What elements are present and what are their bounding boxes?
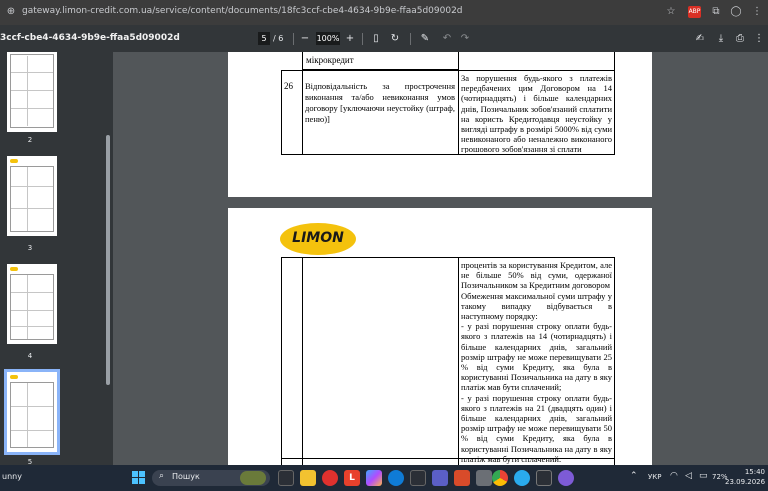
store-icon[interactable] <box>410 470 426 486</box>
app-icon[interactable] <box>536 470 552 486</box>
zoom-input[interactable]: 100% <box>316 32 340 45</box>
viber-icon[interactable] <box>558 470 574 486</box>
row-content: За порушення будь-якого з платежів перед… <box>461 73 612 153</box>
site-info-icon[interactable]: ⊕ <box>4 5 18 19</box>
page-thumbnail-3[interactable] <box>7 156 57 236</box>
draw-icon[interactable]: ✎ <box>418 32 432 45</box>
zoom-in-icon[interactable]: + <box>343 32 357 45</box>
pdf-title: 3ccf-cbe4-4634-9b9e-ffaa5d09002d <box>0 33 180 43</box>
fit-page-icon[interactable]: ▯ <box>369 32 383 45</box>
extensions-puzzle-icon[interactable]: ⧉ <box>709 5 723 19</box>
volume-icon[interactable]: ◁ <box>685 471 692 481</box>
rotate-icon[interactable]: ↻ <box>388 32 402 45</box>
page-number-input[interactable]: 5 <box>258 32 270 45</box>
thumb-table <box>10 54 54 128</box>
redo-icon[interactable]: ↷ <box>458 32 472 45</box>
teams-icon[interactable] <box>432 470 448 486</box>
search-placeholder: Пошук <box>172 472 200 481</box>
row-number: 26 <box>284 81 293 91</box>
page-total: / 6 <box>273 34 284 43</box>
continuation-text: процентів за користування Кредитом, але … <box>461 260 612 464</box>
row-title: Відповідальність за прострочення виконан… <box>305 81 455 124</box>
toolbar-divider <box>410 33 411 45</box>
annotate-icon[interactable]: ✍ <box>693 32 707 45</box>
logo-text: LIMON <box>292 230 344 246</box>
app-l-icon[interactable]: L <box>344 470 360 486</box>
clock-date[interactable]: 23.09.2026 <box>725 478 765 486</box>
thumb-logo <box>10 267 18 271</box>
thumb-table <box>10 382 54 448</box>
undo-icon[interactable]: ↶ <box>440 32 454 45</box>
download-icon[interactable]: ⤓ <box>714 32 728 45</box>
task-view-icon[interactable] <box>278 470 294 486</box>
app-icon[interactable] <box>476 470 492 486</box>
thumb-table <box>10 166 54 232</box>
bookmark-star-icon[interactable]: ☆ <box>664 5 678 19</box>
telegram-icon[interactable] <box>514 470 530 486</box>
search-highlight-icon <box>240 471 266 485</box>
continuation-paragraph: процентів за користування Кредитом, але … <box>461 260 612 291</box>
page-thumbnail-2[interactable] <box>7 52 57 132</box>
toolbar-divider <box>362 33 363 45</box>
chrome-icon[interactable] <box>492 470 508 486</box>
opera-icon[interactable] <box>322 470 338 486</box>
taskbar-search[interactable]: ⌕ Пошук <box>152 470 270 486</box>
file-explorer-icon[interactable] <box>300 470 316 486</box>
continuation-paragraph: - у разі порушення строку оплати будь-як… <box>461 392 612 464</box>
wifi-icon[interactable]: ◠ <box>670 471 678 481</box>
taskbar: unny ⌕ Пошук L ⌃ УКР ◠ ◁ ▭ 72% 15:40 23.… <box>0 465 768 491</box>
thumbnail-label: 2 <box>27 136 33 144</box>
continuation-paragraph: Обмеження максимальної суми штрафу у так… <box>461 290 612 322</box>
battery-icon[interactable]: ▭ <box>699 471 708 481</box>
browser-menu-icon[interactable]: ⋮ <box>750 5 764 19</box>
extension-icon[interactable]: ABP <box>688 6 701 18</box>
search-icon: ⌕ <box>159 471 165 481</box>
thumb-logo <box>10 375 18 379</box>
clock-time[interactable]: 15:40 <box>735 468 765 476</box>
profile-icon[interactable]: ◯ <box>729 5 743 19</box>
sidebar-scrollbar-thumb[interactable] <box>106 135 110 385</box>
thumbnail-sidebar: 2 3 4 5 <box>0 52 113 466</box>
pdf-page-5: LIMON процентів за користування Кредитом… <box>228 208 652 465</box>
thumbnail-label: 4 <box>27 352 33 360</box>
prev-row-text: мікрокредит <box>306 55 354 65</box>
pdf-page-previous: мікрокредит 26 Відповідальність за прост… <box>228 52 652 197</box>
address-bar[interactable]: gateway.limon-credit.com.ua/service/cont… <box>22 6 463 16</box>
page-thumbnail-4[interactable] <box>7 264 57 344</box>
browser-top-bar: ⊕ gateway.limon-credit.com.ua/service/co… <box>0 0 768 25</box>
continuation-paragraph: - у разі порушення строку оплати будь-як… <box>461 321 612 393</box>
weather-widget[interactable]: unny <box>2 472 22 481</box>
print-icon[interactable]: ⎙ <box>733 32 747 45</box>
zoom-out-icon[interactable]: − <box>298 32 312 45</box>
office-icon[interactable] <box>454 470 470 486</box>
tray-chevron-icon[interactable]: ⌃ <box>630 471 638 481</box>
page-thumbnail-5[interactable] <box>4 369 60 455</box>
thumbnail-label: 3 <box>27 244 33 252</box>
language-indicator[interactable]: УКР <box>648 473 661 481</box>
edge-icon[interactable] <box>388 470 404 486</box>
copilot-icon[interactable] <box>366 470 382 486</box>
more-options-icon[interactable]: ⋮ <box>752 32 766 45</box>
thumb-table <box>10 274 54 340</box>
start-icon[interactable] <box>132 471 146 485</box>
thumb-logo <box>10 159 18 163</box>
pdf-toolbar: 3ccf-cbe4-4634-9b9e-ffaa5d09002d 5 / 6 −… <box>0 25 768 52</box>
toolbar-divider <box>293 33 294 45</box>
